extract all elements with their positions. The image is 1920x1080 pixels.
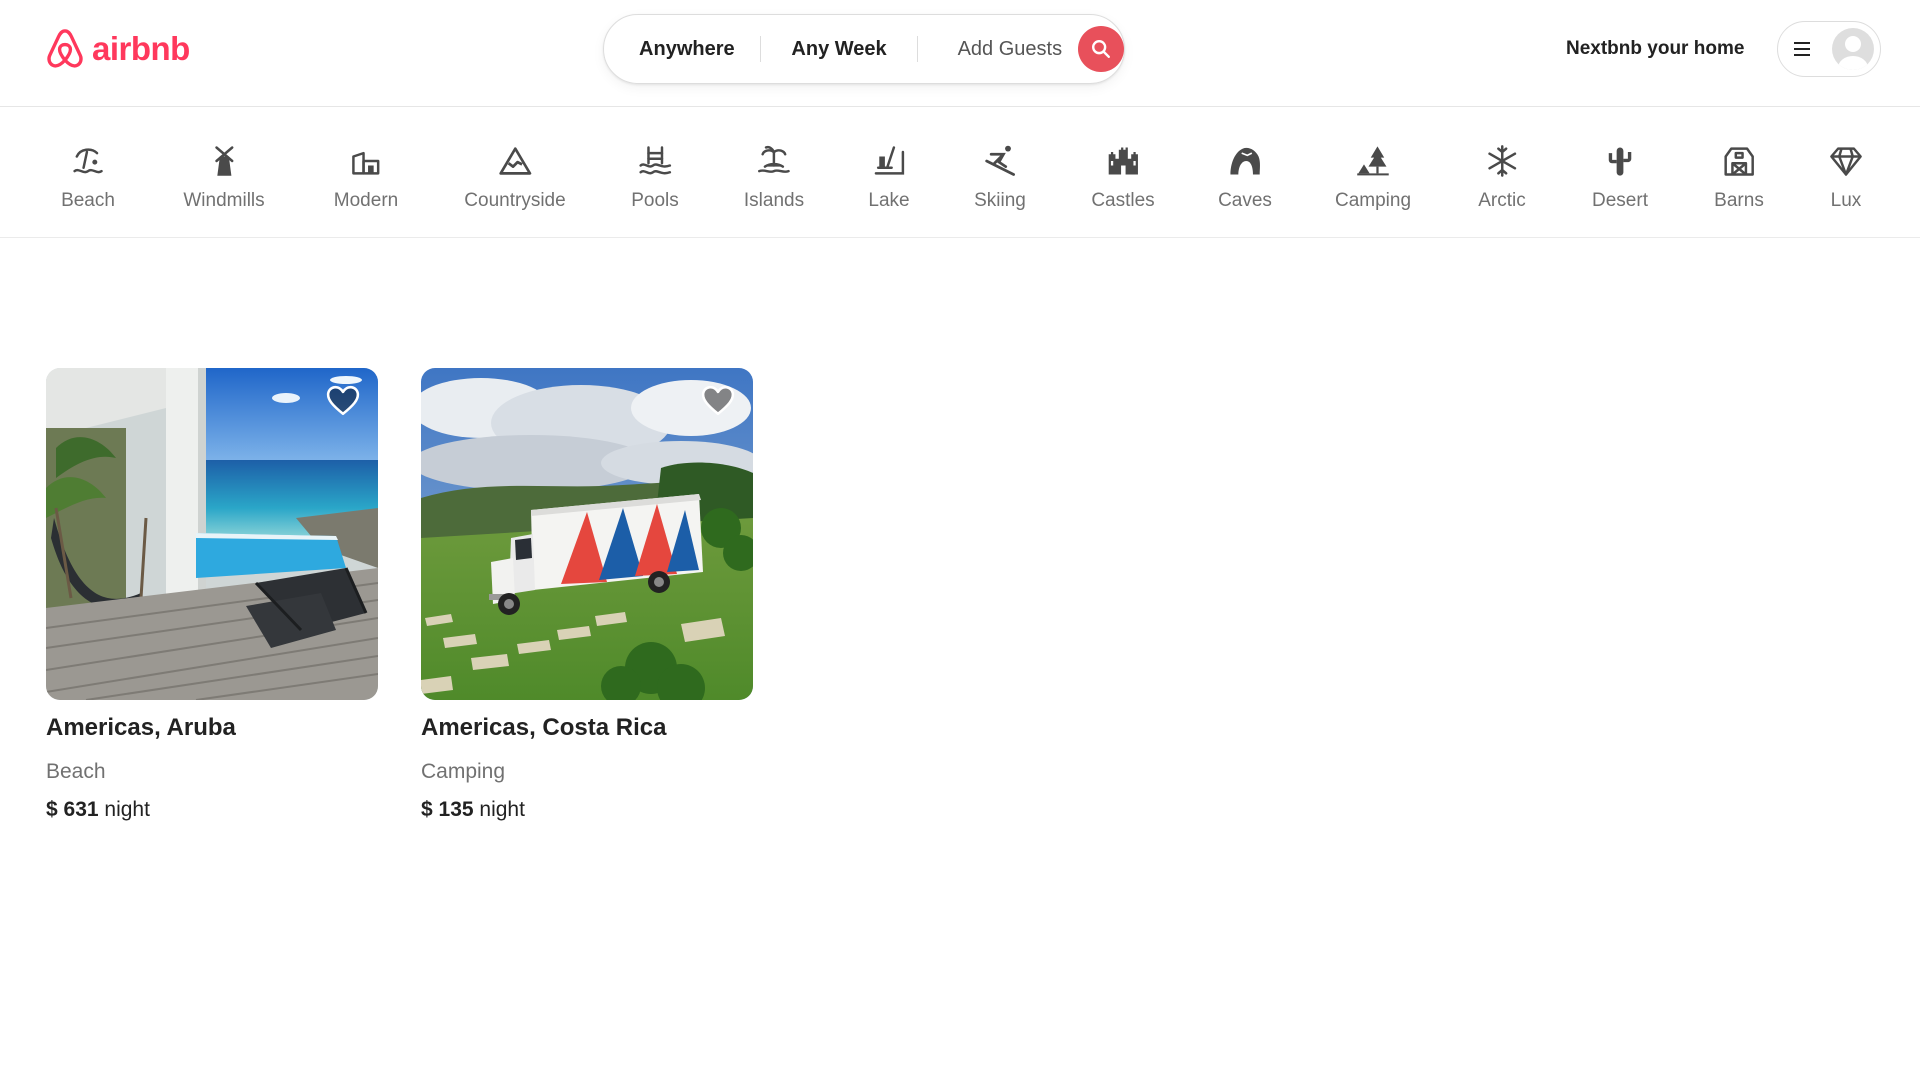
category-label: Pools bbox=[631, 190, 679, 211]
search-add-guests-button[interactable]: Add Guests bbox=[918, 15, 1078, 83]
category-castles[interactable]: Castles bbox=[1091, 108, 1155, 238]
category-camping[interactable]: Camping bbox=[1335, 108, 1411, 238]
pool-icon bbox=[639, 146, 671, 175]
category-lake[interactable]: Lake bbox=[868, 108, 910, 238]
listing-price-amount: $ 135 bbox=[421, 798, 474, 821]
category-windmills[interactable]: Windmills bbox=[183, 108, 265, 238]
search-submit-button[interactable] bbox=[1078, 26, 1124, 72]
category-barns[interactable]: Barns bbox=[1714, 108, 1764, 238]
category-label: Barns bbox=[1714, 190, 1764, 211]
category-arctic[interactable]: Arctic bbox=[1478, 108, 1526, 238]
listing-title: Americas, Aruba bbox=[46, 714, 236, 741]
camping-icon bbox=[1357, 146, 1389, 176]
category-label: Castles bbox=[1091, 190, 1155, 211]
listing-photo[interactable] bbox=[46, 368, 378, 700]
category-label: Windmills bbox=[183, 190, 265, 211]
lake-icon bbox=[874, 146, 904, 175]
category-caves[interactable]: Caves bbox=[1218, 108, 1272, 238]
mountain-icon bbox=[499, 147, 531, 175]
top-header: airbnb Anywhere Any Week Add Guests Next… bbox=[0, 0, 1920, 107]
castle-icon bbox=[1108, 147, 1138, 175]
category-modern[interactable]: Modern bbox=[334, 108, 398, 238]
category-beach[interactable]: Beach bbox=[61, 108, 115, 238]
brand-logo[interactable]: airbnb bbox=[44, 26, 190, 72]
heart-icon[interactable] bbox=[326, 384, 360, 418]
search-anywhere-button[interactable]: Anywhere bbox=[604, 15, 760, 83]
category-label: Countryside bbox=[464, 190, 566, 211]
category-label: Lux bbox=[1830, 190, 1862, 211]
category-label: Skiing bbox=[974, 190, 1026, 211]
category-lux[interactable]: Lux bbox=[1828, 108, 1864, 238]
listing-price-unit: night bbox=[104, 798, 150, 821]
category-label: Desert bbox=[1592, 190, 1648, 211]
search-any-week-button[interactable]: Any Week bbox=[761, 15, 918, 83]
category-desert[interactable]: Desert bbox=[1592, 108, 1648, 238]
user-menu-button[interactable] bbox=[1777, 21, 1881, 77]
category-label: Camping bbox=[1334, 190, 1412, 211]
category-bar: Beach Windmills Modern Countryside Pools bbox=[0, 108, 1920, 238]
hamburger-icon bbox=[1794, 42, 1810, 56]
listing-card[interactable]: Americas, Costa Rica Camping $ 135 night bbox=[421, 368, 753, 822]
heart-icon[interactable] bbox=[701, 384, 735, 418]
category-label: Lake bbox=[868, 190, 910, 211]
diamond-icon bbox=[1830, 147, 1862, 176]
island-icon bbox=[758, 145, 790, 173]
windmill-icon bbox=[214, 146, 234, 176]
listing-price-unit: night bbox=[479, 798, 525, 821]
host-your-home-link[interactable]: Nextbnb your home bbox=[1552, 28, 1758, 70]
category-label: Arctic bbox=[1478, 190, 1526, 211]
cactus-icon bbox=[1608, 147, 1632, 176]
cave-icon bbox=[1230, 147, 1260, 175]
listing-price: $ 135 night bbox=[421, 798, 753, 822]
brand-name: airbnb bbox=[92, 30, 190, 67]
listing-photo[interactable] bbox=[421, 368, 753, 700]
category-skiing[interactable]: Skiing bbox=[974, 108, 1026, 238]
search-icon bbox=[1092, 40, 1111, 58]
category-label: Islands bbox=[743, 190, 805, 211]
category-label: Caves bbox=[1218, 190, 1272, 211]
listing-category: Camping bbox=[421, 760, 506, 783]
avatar-icon bbox=[1832, 28, 1874, 70]
listing-category: Beach bbox=[46, 760, 106, 783]
category-label: Beach bbox=[61, 190, 115, 211]
search-bar[interactable]: Anywhere Any Week Add Guests bbox=[603, 14, 1125, 84]
skiing-icon bbox=[985, 145, 1015, 176]
beach-icon bbox=[73, 148, 103, 174]
category-pools[interactable]: Pools bbox=[631, 108, 679, 238]
airbnb-logo-icon bbox=[47, 29, 83, 68]
barn-icon bbox=[1724, 147, 1754, 176]
listing-title: Americas, Costa Rica bbox=[421, 714, 667, 741]
category-countryside[interactable]: Countryside bbox=[464, 108, 566, 238]
modern-house-icon bbox=[352, 151, 380, 175]
listing-price: $ 631 night bbox=[46, 798, 378, 822]
category-islands[interactable]: Islands bbox=[744, 108, 804, 238]
category-label: Modern bbox=[333, 190, 399, 211]
listing-price-amount: $ 631 bbox=[46, 798, 99, 821]
listing-card[interactable]: Americas, Aruba Beach $ 631 night bbox=[46, 368, 378, 822]
snowflake-icon bbox=[1488, 145, 1516, 177]
